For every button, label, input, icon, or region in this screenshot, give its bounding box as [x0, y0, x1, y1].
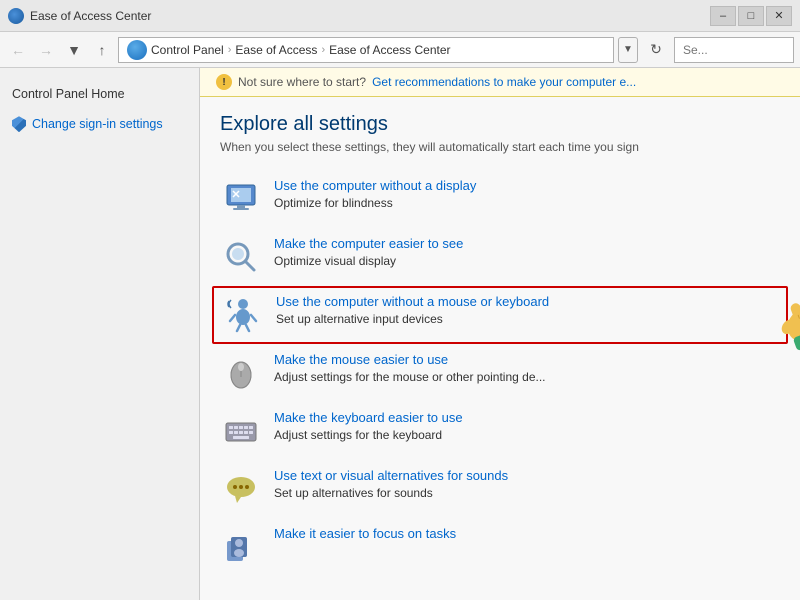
content-area: ! Not sure where to start? Get recommend… — [200, 68, 800, 600]
up-button[interactable]: ↑ — [90, 38, 114, 62]
breadcrumb-current: Ease of Access Center — [329, 43, 450, 57]
title-bar: Ease of Access Center – □ ✕ — [0, 0, 800, 32]
monitor-icon — [223, 181, 259, 217]
mouse-icon — [223, 355, 259, 391]
sound-alternatives-text: Use text or visual alternatives for soun… — [274, 468, 780, 500]
breadcrumb-control-panel[interactable]: Control Panel — [151, 43, 224, 57]
dropdown-button[interactable]: ▼ — [62, 38, 86, 62]
globe-icon — [127, 40, 147, 60]
hand-cursor — [756, 272, 800, 362]
sound-alternatives-desc: Set up alternatives for sounds — [274, 486, 433, 500]
no-mouse-keyboard-link[interactable]: Use the computer without a mouse or keyb… — [276, 294, 778, 309]
no-display-text: Use the computer without a display Optim… — [274, 178, 780, 210]
main-container: Control Panel Home Change sign-in settin… — [0, 68, 800, 600]
sidebar-label-home: Control Panel Home — [12, 86, 125, 104]
easier-keyboard-link[interactable]: Make the keyboard easier to use — [274, 410, 780, 425]
focus-tasks-text: Make it easier to focus on tasks — [274, 526, 780, 543]
setting-item-easier-keyboard[interactable]: Make the keyboard easier to use Adjust s… — [220, 402, 780, 460]
shield-icon — [12, 116, 26, 132]
refresh-button[interactable]: ↻ — [642, 37, 670, 63]
no-mouse-keyboard-text: Use the computer without a mouse or keyb… — [276, 294, 778, 326]
setting-item-no-mouse-keyboard[interactable]: Use the computer without a mouse or keyb… — [212, 286, 788, 344]
easier-keyboard-icon-wrap — [220, 410, 262, 452]
back-button[interactable]: ← — [6, 38, 30, 62]
banner-text: Not sure where to start? — [238, 75, 366, 89]
breadcrumb: Control Panel › Ease of Access › Ease of… — [151, 43, 605, 57]
focus-tasks-icon-wrap — [220, 526, 262, 568]
address-bar: ← → ▼ ↑ Control Panel › Ease of Access ›… — [0, 32, 800, 68]
no-mouse-icon-wrap — [222, 294, 264, 336]
setting-item-sound-alternatives[interactable]: Use text or visual alternatives for soun… — [220, 460, 780, 518]
easier-mouse-text: Make the mouse easier to use Adjust sett… — [274, 352, 780, 384]
easier-mouse-icon-wrap — [220, 352, 262, 394]
breadcrumb-ease-of-access[interactable]: Ease of Access — [235, 43, 317, 57]
easier-mouse-desc: Adjust settings for the mouse or other p… — [274, 370, 546, 384]
easier-see-text: Make the computer easier to see Optimize… — [274, 236, 780, 268]
window-title: Ease of Access Center — [30, 9, 151, 23]
explore-subtitle: When you select these settings, they wil… — [220, 140, 780, 154]
easier-keyboard-desc: Adjust settings for the keyboard — [274, 428, 442, 442]
magnify-icon — [223, 239, 259, 275]
easier-see-link[interactable]: Make the computer easier to see — [274, 236, 780, 251]
accessibility-person-icon — [225, 297, 261, 333]
setting-item-easier-mouse[interactable]: Make the mouse easier to use Adjust sett… — [220, 344, 780, 402]
banner-link[interactable]: Get recommendations to make your compute… — [372, 75, 636, 89]
easier-see-icon-wrap — [220, 236, 262, 278]
address-field[interactable]: Control Panel › Ease of Access › Ease of… — [118, 37, 614, 63]
no-display-desc: Optimize for blindness — [274, 196, 393, 210]
keyboard-icon — [223, 413, 259, 449]
focus-icon — [223, 529, 259, 565]
sidebar-item-change-sign-in[interactable]: Change sign-in settings — [0, 110, 199, 140]
no-mouse-keyboard-desc: Set up alternative input devices — [276, 312, 443, 326]
close-button[interactable]: ✕ — [766, 6, 792, 26]
maximize-button[interactable]: □ — [738, 6, 764, 26]
setting-item-easier-see[interactable]: Make the computer easier to see Optimize… — [220, 228, 780, 286]
info-icon: ! — [216, 74, 232, 90]
easier-keyboard-text: Make the keyboard easier to use Adjust s… — [274, 410, 780, 442]
app-icon — [8, 8, 24, 24]
info-banner: ! Not sure where to start? Get recommend… — [200, 68, 800, 97]
setting-item-no-display[interactable]: Use the computer without a display Optim… — [220, 170, 780, 228]
forward-button[interactable]: → — [34, 38, 58, 62]
minimize-button[interactable]: – — [710, 6, 736, 26]
sidebar: Control Panel Home Change sign-in settin… — [0, 68, 200, 600]
sidebar-item-control-panel-home[interactable]: Control Panel Home — [0, 80, 199, 110]
no-display-icon-wrap — [220, 178, 262, 220]
window-controls: – □ ✕ — [710, 6, 792, 26]
easier-see-desc: Optimize visual display — [274, 254, 396, 268]
search-input[interactable] — [674, 37, 794, 63]
focus-tasks-link[interactable]: Make it easier to focus on tasks — [274, 526, 780, 541]
sidebar-label-sign-in: Change sign-in settings — [32, 116, 163, 134]
easier-mouse-link[interactable]: Make the mouse easier to use — [274, 352, 780, 367]
explore-title: Explore all settings — [220, 113, 780, 136]
no-display-link[interactable]: Use the computer without a display — [274, 178, 780, 193]
address-dropdown-button[interactable]: ▼ — [618, 37, 638, 63]
sound-alternatives-link[interactable]: Use text or visual alternatives for soun… — [274, 468, 780, 483]
speech-bubble-icon — [223, 471, 259, 507]
setting-item-focus-tasks[interactable]: Make it easier to focus on tasks — [220, 518, 780, 576]
explore-section: Explore all settings When you select the… — [200, 97, 800, 592]
sound-alternatives-icon-wrap — [220, 468, 262, 510]
